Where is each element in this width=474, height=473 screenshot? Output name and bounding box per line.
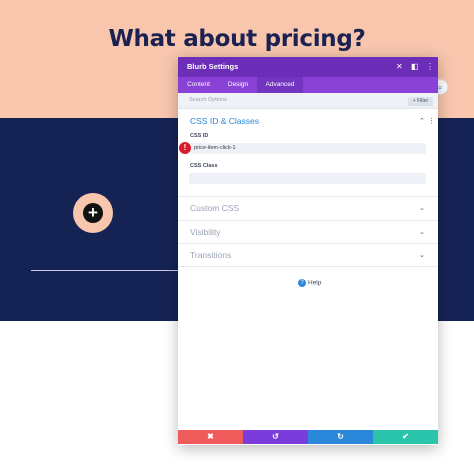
css-id-input[interactable]: price-item-click-1 bbox=[189, 143, 426, 154]
undo-icon: ↺ bbox=[272, 432, 279, 441]
help-link[interactable]: ? Help bbox=[298, 279, 321, 287]
group-title-visibility[interactable]: Visibility bbox=[190, 227, 221, 237]
check-icon: ✔ bbox=[402, 432, 409, 441]
redo-button[interactable]: ↻ bbox=[308, 430, 373, 444]
close-icon[interactable]: ✕ bbox=[396, 61, 403, 73]
modal-title: Blurb Settings bbox=[187, 62, 239, 71]
separator bbox=[178, 243, 438, 244]
chevron-down-icon[interactable]: ⌄ bbox=[419, 204, 425, 212]
group-title-custom-css[interactable]: Custom CSS bbox=[190, 203, 239, 213]
close-icon: ✖ bbox=[207, 432, 214, 441]
chevron-down-icon[interactable]: ⌄ bbox=[419, 228, 425, 236]
add-module-button[interactable]: + bbox=[73, 193, 113, 233]
page-title: What about pricing? bbox=[108, 26, 366, 52]
tab-design[interactable]: Design bbox=[219, 77, 257, 93]
plus-icon: + bbox=[83, 203, 103, 223]
group-title-css-id-classes[interactable]: CSS ID & Classes bbox=[190, 116, 259, 126]
separator bbox=[178, 220, 438, 221]
settings-tabs: Content Design Advanced bbox=[178, 77, 438, 93]
expand-icon[interactable]: ◧ bbox=[411, 61, 419, 73]
tab-content[interactable]: Content bbox=[178, 77, 219, 93]
css-class-input[interactable] bbox=[189, 173, 426, 184]
redo-icon: ↻ bbox=[337, 432, 344, 441]
discard-button[interactable]: ✖ bbox=[178, 430, 243, 444]
separator bbox=[178, 196, 438, 197]
chevron-up-icon[interactable]: ⌃ bbox=[419, 117, 425, 125]
more-options-icon[interactable]: ⋮ bbox=[426, 61, 434, 73]
chevron-down-icon[interactable]: ⌄ bbox=[419, 251, 425, 259]
filter-button[interactable]: + Filter bbox=[408, 97, 433, 106]
page: What about pricing? + ⌕ Blurb Settings ✕… bbox=[0, 0, 474, 473]
help-icon: ? bbox=[298, 279, 306, 287]
help-label: Help bbox=[308, 279, 322, 287]
css-id-label: CSS ID bbox=[190, 133, 209, 139]
save-button[interactable]: ✔ bbox=[373, 430, 438, 444]
alert-icon: ! bbox=[179, 142, 191, 154]
css-class-label: CSS Class bbox=[190, 163, 218, 169]
separator bbox=[178, 266, 438, 267]
group-options-icon[interactable]: ⋮ bbox=[428, 117, 435, 125]
search-options-input[interactable]: Search Options bbox=[189, 97, 227, 103]
group-title-transitions[interactable]: Transitions bbox=[190, 250, 231, 260]
undo-button[interactable]: ↺ bbox=[243, 430, 308, 444]
tab-advanced[interactable]: Advanced bbox=[257, 77, 303, 93]
modal-header: Blurb Settings ✕ ◧ ⋮ bbox=[178, 57, 438, 77]
search-options-bar: Search Options + Filter bbox=[178, 93, 438, 109]
